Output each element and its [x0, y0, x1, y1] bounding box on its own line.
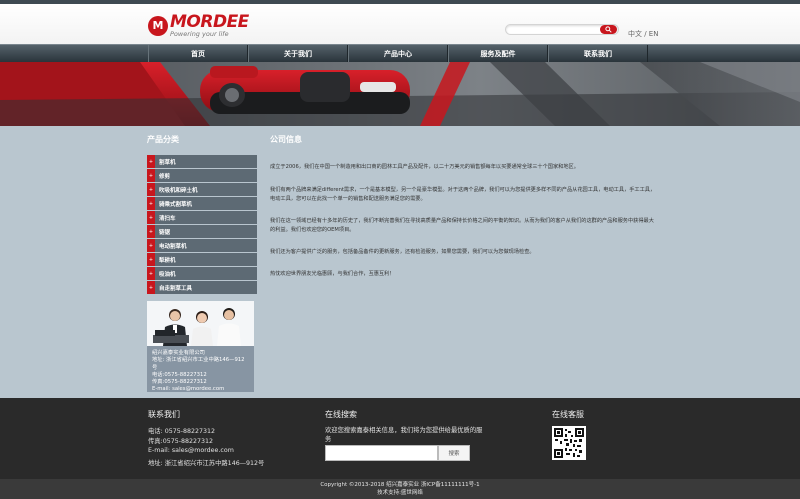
search-button[interactable]	[600, 25, 617, 34]
plus-icon: +	[147, 211, 155, 224]
footer-email[interactable]: E-mail: sales@mordee.com	[148, 447, 234, 454]
nav-about[interactable]: 关于我们	[248, 45, 348, 62]
contact-address: 地址: 浙江省绍兴市工业中路146—912号	[152, 357, 245, 371]
logo[interactable]: M MORDEE Powering your life	[148, 14, 249, 38]
plus-icon: +	[147, 253, 155, 266]
plus-icon: +	[147, 281, 155, 294]
content-paragraph: 我们还为客户提供广泛的服务，包括备品备件的更新服务，还有检验服务，如果您需要，我…	[270, 249, 535, 255]
category-item[interactable]: + 清扫车	[147, 211, 257, 224]
plus-icon: +	[147, 225, 155, 238]
copyright-text: Copyright ©2013-2018 绍兴嘉泰实业 浙ICP备1111111…	[320, 482, 480, 488]
content-paragraph: 我们有两个品牌来满足different需求，一个是基本模型，另一个是豪华模型。对…	[270, 187, 656, 202]
footer: 联系我们 电话: 0575-88227312 传真:0575-88227312 …	[0, 398, 800, 479]
plus-icon: +	[147, 169, 155, 182]
copyright-bar: Copyright ©2013-2018 绍兴嘉泰实业 浙ICP备1111111…	[0, 479, 800, 499]
footer-address: 地址: 浙江省绍兴市江苏中路146—912号	[148, 460, 265, 467]
content-paragraph: 成立于2006，我们在中国一个制造用和出口商的园林工具产品及配件，以二十万美元的…	[270, 164, 579, 170]
qr-code	[552, 426, 586, 460]
logo-slogan: Powering your life	[170, 30, 229, 38]
footer-search-input[interactable]	[325, 445, 438, 461]
logo-mark-icon: M	[148, 15, 168, 36]
search-input[interactable]	[505, 24, 619, 35]
nav-home[interactable]: 首页	[148, 45, 248, 62]
main-content: 公司信息 成立于2006，我们在中国一个制造用和出口商的园林工具产品及配件，以二…	[270, 134, 658, 279]
banner-image	[0, 62, 800, 126]
sidebar-title: 产品分类	[147, 134, 179, 144]
plus-icon: +	[147, 267, 155, 280]
footer-search-text: 欢迎您搜索嘉泰相关信息，我们将为您提供给最优质的服	[325, 427, 483, 434]
language-switch[interactable]: 中文 / EN	[628, 29, 658, 39]
plus-icon: +	[147, 155, 155, 168]
content-paragraph: 我们在这一领域已经有十多年的历史了，我们不断完善我们在寻找高质量产品和保持长价格…	[270, 218, 654, 233]
plus-icon: +	[147, 183, 155, 196]
sidebar-contact: 绍兴嘉泰实业有限公司 地址: 浙江省绍兴市工业中路146—912号 电话:057…	[147, 346, 254, 392]
category-item[interactable]: + 链锯	[147, 225, 257, 238]
footer-search-text-2: 务	[325, 436, 332, 443]
nav-products[interactable]: 产品中心	[348, 45, 448, 62]
support-text[interactable]: 技术支持:盛世网络	[0, 489, 800, 497]
qr-code-icon	[554, 428, 584, 458]
contact-fax: 传真:0575-88227312	[152, 379, 207, 386]
sidebar: 产品分类 + 割草机 + 修剪 + 吹吸机和碎土机 + 骑乘式割草机 + 清扫车 + 链锯 …	[147, 134, 257, 392]
category-item[interactable]: + 割草机	[147, 155, 257, 168]
footer-fax: 传真:0575-88227312	[148, 438, 214, 445]
team-photo	[147, 301, 254, 346]
content-paragraph: 热忱欢迎世界朋友光临惠顾，与我们合作，互惠互利！	[270, 271, 395, 277]
banner-sander-illustration	[0, 62, 800, 126]
footer-phone: 电话: 0575-88227312	[148, 428, 216, 435]
category-item[interactable]: + 吹吸机和碎土机	[147, 183, 257, 196]
footer-search-button[interactable]: 搜索	[438, 445, 470, 461]
category-item[interactable]: + 自走割草工具	[147, 281, 257, 294]
business-people-image	[147, 301, 254, 346]
footer-service-title: 在线客服	[552, 410, 584, 419]
footer-search-title: 在线搜索	[325, 410, 357, 419]
category-item[interactable]: + 修剪	[147, 169, 257, 182]
category-item[interactable]: + 犁耕机	[147, 253, 257, 266]
category-item[interactable]: + 骑乘式割草机	[147, 197, 257, 210]
logo-name: MORDEE	[170, 12, 249, 32]
footer-contact-title: 联系我们	[148, 410, 180, 419]
plus-icon: +	[147, 239, 155, 252]
category-item[interactable]: + 吸油机	[147, 267, 257, 280]
content-title: 公司信息	[270, 134, 302, 144]
nav-service[interactable]: 服务及配件	[448, 45, 548, 62]
contact-email[interactable]: E-mail: sales@mordee.com	[152, 386, 249, 393]
main-nav: 首页 关于我们 产品中心 服务及配件 联系我们	[0, 44, 800, 62]
nav-contact[interactable]: 联系我们	[548, 45, 648, 62]
plus-icon: +	[147, 197, 155, 210]
search-icon	[605, 26, 612, 33]
category-list: + 割草机 + 修剪 + 吹吸机和碎土机 + 骑乘式割草机 + 清扫车 + 链锯 + 电动割草…	[147, 155, 257, 294]
header: M MORDEE Powering your life 中文 / EN	[0, 4, 800, 44]
category-item[interactable]: + 电动割草机	[147, 239, 257, 252]
